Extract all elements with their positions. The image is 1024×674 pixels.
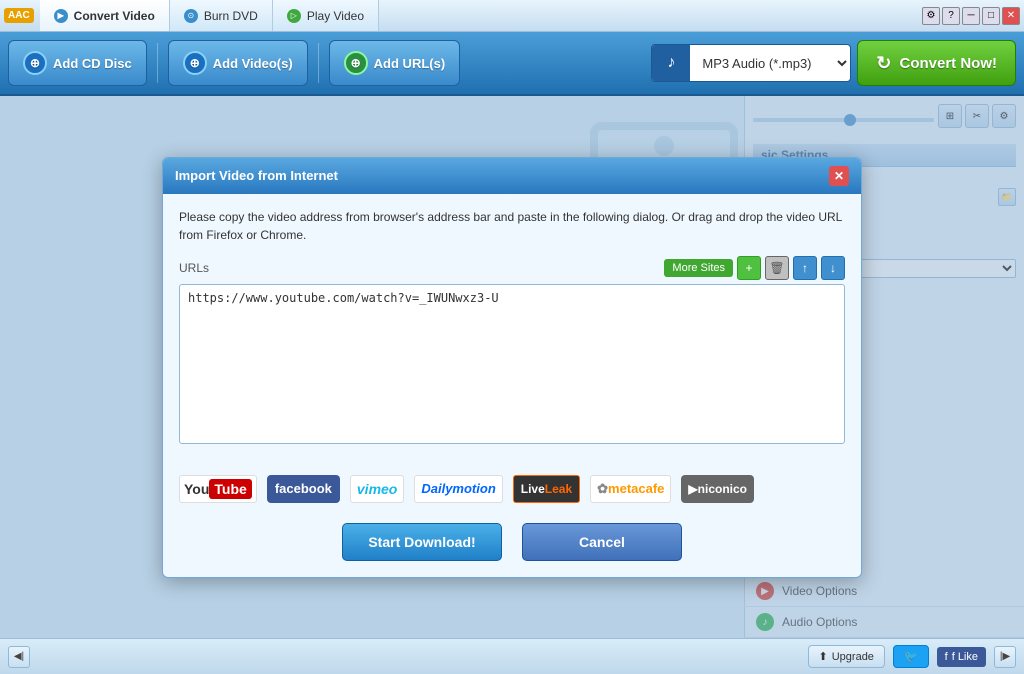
dialog-close-button[interactable]: ✕ — [829, 166, 849, 186]
facebook-like-label: f Like — [952, 651, 978, 663]
tab-play-video-label: Play Video — [307, 9, 364, 23]
tab-convert-video[interactable]: ▶ Convert Video — [40, 0, 170, 31]
delete-url-button[interactable]: 🗑 — [765, 256, 789, 280]
site-niconico-label: niconico — [698, 482, 747, 496]
dialog-description: Please copy the video address from brows… — [179, 208, 845, 244]
sites-bar: YouTube facebook vimeo Dailymotion LiveL… — [163, 463, 861, 515]
site-niconico[interactable]: ▶ niconico — [681, 475, 754, 503]
dialog-header: Import Video from Internet ✕ — [163, 158, 861, 194]
tab-convert-video-label: Convert Video — [74, 9, 155, 23]
add-url-label: Add URL(s) — [374, 56, 446, 71]
separator-2 — [318, 43, 319, 83]
dialog-title: Import Video from Internet — [175, 168, 338, 183]
add-cd-label: Add CD Disc — [53, 56, 132, 71]
nav-arrows-right: |▶ — [994, 646, 1016, 668]
convert-now-button[interactable]: ↻ Convert Now! — [857, 40, 1016, 86]
nav-arrows: ◀| — [8, 646, 30, 668]
dialog-footer: Start Download! Cancel — [163, 515, 861, 577]
close-btn[interactable]: ✕ — [1002, 7, 1020, 25]
tab-burn-dvd[interactable]: ⊙ Burn DVD — [170, 0, 273, 31]
add-cd-icon: ⊕ — [23, 51, 47, 75]
window-controls: ⚙ ? ─ □ ✕ — [922, 7, 1020, 25]
add-video-button[interactable]: ⊕ Add Video(s) — [168, 40, 308, 86]
twitter-button[interactable]: 🐦 — [893, 645, 929, 668]
import-video-dialog: Import Video from Internet ✕ Please copy… — [162, 157, 862, 578]
format-selector[interactable]: ♪ MP3 Audio (*.mp3) — [651, 44, 851, 82]
refresh-icon: ↻ — [876, 53, 891, 74]
url-input[interactable]: https://www.youtube.com/watch?v=_IWUNwxz… — [179, 284, 845, 444]
title-bar: AAC ▶ Convert Video ⊙ Burn DVD ▷ Play Vi… — [0, 0, 1024, 32]
add-url-icon: ⊕ — [344, 51, 368, 75]
maximize-btn[interactable]: □ — [982, 7, 1000, 25]
url-label: URLs — [179, 261, 660, 275]
add-url-button[interactable]: + — [737, 256, 761, 280]
add-video-icon: ⊕ — [183, 51, 207, 75]
convert-video-icon: ▶ — [54, 9, 68, 23]
twitter-icon: 🐦 — [904, 650, 918, 663]
site-vimeo[interactable]: vimeo — [350, 475, 404, 503]
site-facebook-label: facebook — [275, 481, 332, 496]
nav-next-button[interactable]: |▶ — [994, 646, 1016, 668]
convert-now-label: Convert Now! — [900, 55, 998, 72]
modal-overlay: Import Video from Internet ✕ Please copy… — [0, 96, 1024, 638]
site-liveleak[interactable]: LiveLiveLeakLeak — [513, 475, 580, 503]
dialog-body: Please copy the video address from brows… — [163, 194, 861, 463]
upgrade-label: Upgrade — [832, 651, 874, 663]
play-video-icon: ▷ — [287, 9, 301, 23]
site-metacafe-label: metacafe — [608, 481, 664, 496]
title-tabs: ▶ Convert Video ⊙ Burn DVD ▷ Play Video — [40, 0, 922, 31]
app-logo: AAC — [4, 8, 34, 23]
upgrade-button[interactable]: ⬆ Upgrade — [808, 645, 885, 668]
help-btn[interactable]: ? — [942, 7, 960, 25]
add-video-label: Add Video(s) — [213, 56, 293, 71]
main-area: ⊞ ✂ ⚙ sic Settings Auto C:\Users\Ariel\V… — [0, 96, 1024, 638]
separator-1 — [157, 43, 158, 83]
facebook-like-button[interactable]: f f Like — [937, 647, 986, 667]
status-bar: ◀| ⬆ Upgrade 🐦 f f Like |▶ — [0, 638, 1024, 674]
site-dailymotion-label: Dailymotion — [421, 481, 495, 496]
settings-btn[interactable]: ⚙ — [922, 7, 940, 25]
burn-dvd-icon: ⊙ — [184, 9, 198, 23]
move-up-button[interactable]: ↑ — [793, 256, 817, 280]
tab-burn-dvd-label: Burn DVD — [204, 9, 258, 23]
music-icon: ♪ — [652, 45, 690, 81]
toolbar: ⊕ Add CD Disc ⊕ Add Video(s) ⊕ Add URL(s… — [0, 32, 1024, 96]
site-facebook[interactable]: facebook — [267, 475, 340, 503]
tab-play-video[interactable]: ▷ Play Video — [273, 0, 379, 31]
facebook-icon: f — [945, 651, 948, 663]
add-url-button[interactable]: ⊕ Add URL(s) — [329, 40, 461, 86]
site-youtube[interactable]: YouTube — [179, 475, 257, 503]
nav-prev-button[interactable]: ◀| — [8, 646, 30, 668]
move-down-button[interactable]: ↓ — [821, 256, 845, 280]
cancel-button[interactable]: Cancel — [522, 523, 682, 561]
site-dailymotion[interactable]: Dailymotion — [414, 475, 502, 503]
site-vimeo-label: vimeo — [357, 481, 397, 497]
site-metacafe[interactable]: ✿ metacafe — [590, 475, 671, 503]
format-dropdown[interactable]: MP3 Audio (*.mp3) — [690, 55, 850, 72]
more-sites-button[interactable]: More Sites — [664, 259, 733, 277]
upgrade-icon: ⬆ — [819, 650, 828, 663]
add-cd-button[interactable]: ⊕ Add CD Disc — [8, 40, 147, 86]
minimize-btn[interactable]: ─ — [962, 7, 980, 25]
url-toolbar: URLs More Sites + 🗑 ↑ ↓ — [179, 256, 845, 280]
start-download-button[interactable]: Start Download! — [342, 523, 502, 561]
